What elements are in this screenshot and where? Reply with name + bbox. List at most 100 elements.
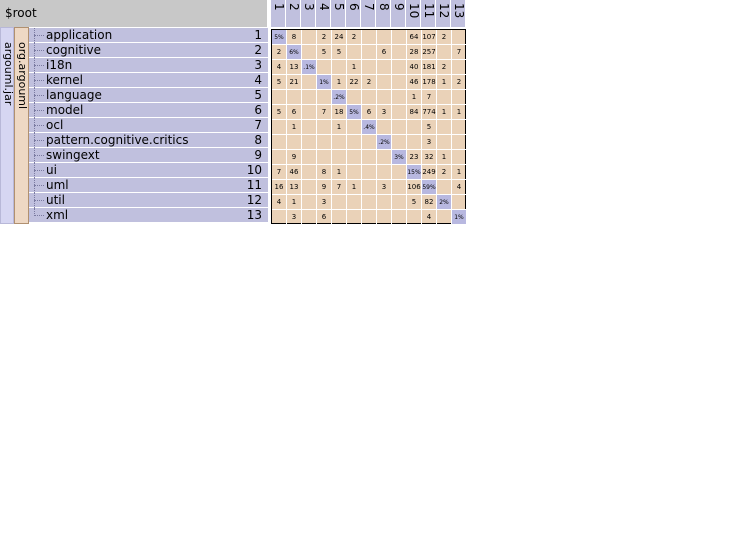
module-row[interactable]: swingext 9 [29, 148, 268, 163]
column-header[interactable]: 11 [421, 0, 436, 27]
matrix-cell[interactable] [287, 135, 302, 150]
root-header[interactable]: $root [0, 0, 268, 27]
diagonal-cell[interactable]: .2% [377, 135, 392, 150]
column-header[interactable]: 6 [346, 0, 361, 27]
matrix-cell[interactable] [392, 75, 407, 90]
matrix-cell[interactable]: 3 [287, 210, 302, 225]
matrix-cell[interactable] [407, 135, 422, 150]
column-header[interactable]: 13 [451, 0, 466, 27]
diagonal-cell[interactable]: 6% [287, 45, 302, 60]
matrix-cell[interactable]: 5 [317, 45, 332, 60]
module-row[interactable]: uml 11 [29, 178, 268, 193]
matrix-cell[interactable] [347, 45, 362, 60]
matrix-cell[interactable]: 774 [422, 105, 437, 120]
matrix-cell[interactable] [437, 90, 452, 105]
matrix-cell[interactable]: 2 [272, 45, 287, 60]
matrix-cell[interactable] [377, 75, 392, 90]
matrix-cell[interactable] [272, 135, 287, 150]
matrix-cell[interactable]: 6 [287, 105, 302, 120]
matrix-cell[interactable]: 40 [407, 60, 422, 75]
diagonal-cell[interactable]: 1% [317, 75, 332, 90]
matrix-cell[interactable] [377, 90, 392, 105]
matrix-cell[interactable] [302, 135, 317, 150]
column-header[interactable]: 4 [316, 0, 331, 27]
matrix-cell[interactable] [452, 30, 467, 45]
matrix-cell[interactable]: 1 [452, 165, 467, 180]
matrix-cell[interactable] [332, 150, 347, 165]
matrix-cell[interactable]: 1 [287, 195, 302, 210]
matrix-cell[interactable] [362, 30, 377, 45]
matrix-cell[interactable] [347, 150, 362, 165]
matrix-cell[interactable] [392, 135, 407, 150]
matrix-cell[interactable] [302, 45, 317, 60]
diagonal-cell[interactable]: 3% [392, 150, 407, 165]
matrix-cell[interactable]: 1 [287, 120, 302, 135]
column-header[interactable]: 9 [391, 0, 406, 27]
matrix-cell[interactable] [332, 135, 347, 150]
matrix-cell[interactable] [287, 90, 302, 105]
matrix-cell[interactable] [437, 45, 452, 60]
matrix-cell[interactable] [452, 60, 467, 75]
matrix-cell[interactable]: 1 [437, 105, 452, 120]
matrix-cell[interactable] [317, 135, 332, 150]
matrix-cell[interactable]: 1 [347, 60, 362, 75]
matrix-cell[interactable]: 3 [317, 195, 332, 210]
matrix-cell[interactable] [272, 90, 287, 105]
matrix-cell[interactable]: 3 [377, 105, 392, 120]
matrix-cell[interactable] [272, 120, 287, 135]
matrix-cell[interactable] [392, 210, 407, 225]
matrix-cell[interactable] [302, 120, 317, 135]
matrix-cell[interactable]: 8 [317, 165, 332, 180]
module-row[interactable]: xml 13 [29, 208, 268, 223]
matrix-cell[interactable]: 2 [317, 30, 332, 45]
matrix-cell[interactable] [302, 210, 317, 225]
jar-node[interactable]: argouml.jar [0, 27, 15, 224]
matrix-cell[interactable]: 64 [407, 30, 422, 45]
matrix-cell[interactable] [362, 60, 377, 75]
matrix-cell[interactable] [347, 165, 362, 180]
matrix-cell[interactable] [302, 30, 317, 45]
matrix-cell[interactable]: 2 [362, 75, 377, 90]
matrix-cell[interactable] [302, 180, 317, 195]
diagonal-cell[interactable]: 2% [437, 195, 452, 210]
matrix-cell[interactable] [272, 210, 287, 225]
matrix-cell[interactable] [347, 195, 362, 210]
matrix-cell[interactable]: 106 [407, 180, 422, 195]
column-header[interactable]: 5 [331, 0, 346, 27]
module-row[interactable]: model 6 [29, 103, 268, 118]
matrix-cell[interactable]: 9 [287, 150, 302, 165]
matrix-cell[interactable]: 178 [422, 75, 437, 90]
matrix-cell[interactable]: 13 [287, 180, 302, 195]
matrix-cell[interactable] [377, 210, 392, 225]
matrix-cell[interactable] [407, 120, 422, 135]
matrix-cell[interactable]: 249 [422, 165, 437, 180]
matrix-cell[interactable] [362, 165, 377, 180]
matrix-cell[interactable] [407, 210, 422, 225]
matrix-cell[interactable]: 2 [437, 60, 452, 75]
column-header[interactable]: 3 [301, 0, 316, 27]
diagonal-cell[interactable]: 15% [407, 165, 422, 180]
matrix-cell[interactable] [332, 210, 347, 225]
diagonal-cell[interactable]: 5% [347, 105, 362, 120]
matrix-cell[interactable] [392, 30, 407, 45]
matrix-cell[interactable]: 181 [422, 60, 437, 75]
matrix-cell[interactable]: 13 [287, 60, 302, 75]
module-row[interactable]: util 12 [29, 193, 268, 208]
matrix-cell[interactable]: 1 [332, 120, 347, 135]
module-row[interactable]: i18n 3 [29, 58, 268, 73]
matrix-cell[interactable] [347, 210, 362, 225]
matrix-cell[interactable]: 82 [422, 195, 437, 210]
matrix-cell[interactable] [377, 195, 392, 210]
matrix-cell[interactable]: 2 [437, 30, 452, 45]
matrix-cell[interactable] [362, 195, 377, 210]
matrix-cell[interactable] [362, 90, 377, 105]
matrix-cell[interactable]: 6 [377, 45, 392, 60]
matrix-cell[interactable]: 9 [317, 180, 332, 195]
matrix-cell[interactable]: 4 [452, 180, 467, 195]
matrix-cell[interactable] [392, 90, 407, 105]
matrix-cell[interactable] [362, 135, 377, 150]
column-header[interactable]: 10 [406, 0, 421, 27]
matrix-cell[interactable] [317, 60, 332, 75]
matrix-cell[interactable]: 6 [317, 210, 332, 225]
module-row[interactable]: pattern.cognitive.critics 8 [29, 133, 268, 148]
